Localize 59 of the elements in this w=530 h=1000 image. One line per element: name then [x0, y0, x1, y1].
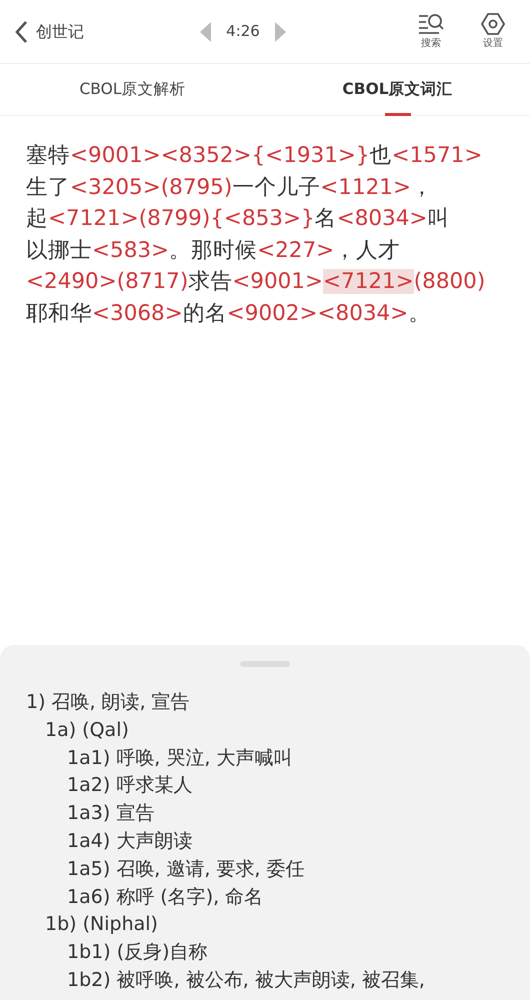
strong-number-link[interactable]: {<853>} — [210, 206, 315, 231]
verse-text: 起 — [26, 206, 48, 231]
verse-text: 生了 — [26, 174, 70, 200]
strong-number-link[interactable]: <9002> — [226, 300, 318, 326]
definition-line: 1b1) (反身)自称 — [66, 940, 209, 966]
verse-text: ，人才 — [334, 238, 400, 262]
strong-number-link[interactable]: <7121> — [48, 206, 139, 231]
strong-number-link[interactable]: <8034> — [336, 206, 428, 231]
tab-indicator — [384, 113, 410, 116]
verse-text: 。 — [408, 300, 430, 326]
verse-text: 耶和华 — [26, 300, 92, 326]
tab[interactable]: CBOL原文词汇 — [265, 64, 530, 116]
strong-number-link[interactable]: <3068> — [92, 300, 183, 326]
search-icon — [418, 13, 444, 35]
definition-line: 1b2) 被呼唤, 被公布, 被大声朗读, 被召集, — [66, 968, 426, 993]
strong-number-link[interactable]: (8799) — [138, 206, 210, 231]
next-icon[interactable] — [274, 22, 286, 42]
verse-text: 求告 — [188, 269, 232, 294]
strong-number-link[interactable]: <583> — [92, 238, 170, 262]
definition-line: 1) 召唤, 朗读, 宣告 — [26, 690, 191, 715]
tab[interactable]: CBOL原文解析 — [0, 64, 265, 116]
definition-line: 1a1) 呼唤, 哭泣, 大声喊叫 — [66, 746, 294, 771]
strong-number-link[interactable]: {<1931>} — [252, 143, 370, 168]
verse-text: 也 — [370, 143, 392, 168]
strong-number-link[interactable]: (8800) — [414, 269, 486, 294]
verse-text: 名 — [314, 206, 337, 231]
search-button[interactable]: 搜索 — [408, 13, 454, 50]
strong-number-link[interactable]: <1121> — [320, 174, 411, 200]
book-title: 创世记 — [36, 20, 84, 42]
back-icon[interactable] — [14, 20, 28, 44]
strong-number-link[interactable]: <1571> — [392, 143, 482, 168]
strong-number-link[interactable]: <9001> — [70, 143, 161, 168]
strong-number-link[interactable]: <9001> — [232, 269, 323, 294]
verse-text: 一个儿子 — [232, 174, 320, 200]
verse-text: 塞特 — [26, 143, 70, 168]
strong-number-link[interactable]: <8352> — [160, 143, 252, 168]
strong-number-link[interactable]: (8795) — [160, 174, 232, 200]
verse-text: 的名 — [182, 300, 227, 326]
verse-text: ， — [411, 174, 433, 200]
strong-number-link[interactable]: (8717) — [116, 269, 188, 294]
verse-text: 以挪士 — [26, 238, 92, 262]
verse-text: 。那时候 — [169, 238, 258, 262]
definition-line: 1a6) 称呼 (名字), 命名 — [66, 884, 264, 910]
chapter-label: 4:26 — [225, 21, 261, 42]
definition-line: 1b) (Niphal) — [44, 912, 159, 938]
strong-number-link[interactable]: <2490> — [26, 269, 117, 294]
definition-line: 1a4) 大声朗读 — [66, 828, 194, 854]
definition-line: 1a2) 呼求某人 — [66, 773, 194, 798]
settings-icon — [481, 13, 505, 35]
strong-number-link[interactable]: <3205> — [70, 174, 161, 200]
definition-line: 1a3) 宣告 — [66, 801, 156, 826]
verse-text: 叫 — [427, 206, 450, 231]
previous-icon[interactable] — [200, 22, 212, 42]
strong-number-link[interactable]: <7121> — [323, 269, 414, 294]
strong-number-link[interactable]: <8034> — [318, 300, 408, 326]
definition-line: 1a5) 召唤, 邀请, 要求, 委任 — [66, 856, 306, 882]
settings-button[interactable]: 设置 — [470, 13, 516, 50]
strong-number-link[interactable]: <227> — [257, 238, 334, 262]
definition-line: 1a) (Qal) — [44, 718, 130, 743]
